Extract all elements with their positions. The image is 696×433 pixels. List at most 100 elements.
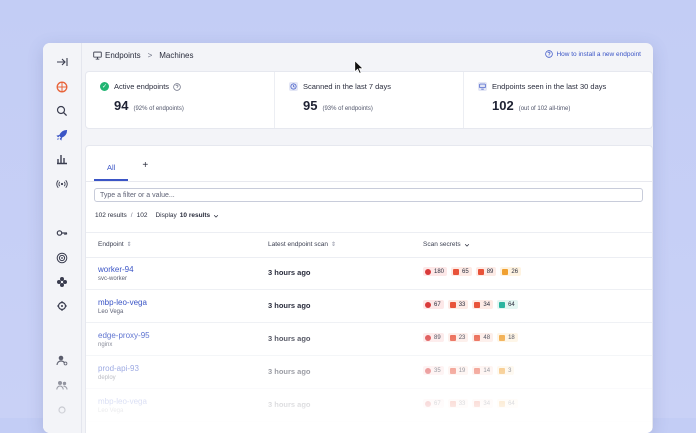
app-window: Endpoints > Machines How to install a ne… [43,43,653,433]
endpoints-panel: All + Type a filter or a value... 102 re… [85,145,653,433]
severity-badge[interactable]: 89 [423,333,444,342]
install-help-link[interactable]: How to install a new endpoint [545,50,641,58]
column-latest-scan[interactable]: Latest endpoint scan ⇕ [268,241,336,248]
severity-badge[interactable]: 23 [447,333,469,342]
severity-badge[interactable]: 48 [472,333,494,342]
monitor-icon [93,51,102,60]
severity-badge[interactable]: 3 [497,366,515,375]
endpoint-owner: deploy [98,375,116,381]
endpoint-name-link[interactable]: mbp-leo-vega [98,298,147,307]
severity-badge[interactable]: 89 [475,267,497,276]
severity-count: 18 [508,334,515,341]
results-total: 102 [136,212,148,219]
latest-scan-time: 3 hours ago [268,334,311,343]
table-row[interactable]: edge-proxy-95 nginx 3 hours ago 89 23 48 18 [86,323,652,356]
stat-value: 95 [303,98,318,113]
breadcrumb-separator: > [147,50,153,60]
filter-input[interactable]: Type a filter or a value... [94,188,643,202]
endpoint-cell: prod-api-93 deploy [98,364,139,381]
column-scan-secrets[interactable]: Scan secrets [423,241,470,248]
severity-count: 67 [434,301,441,308]
help-circle-icon [545,50,554,58]
shield-icon [425,367,431,374]
dashboard-icon[interactable] [43,78,81,96]
severity-count: 64 [508,400,515,407]
tab-all[interactable]: All [94,158,129,181]
severity-badge[interactable]: 34 [472,399,494,408]
topbar: Endpoints > Machines How to install a ne… [81,43,653,67]
endpoint-owner: Leo Vega [98,408,124,414]
column-endpoint[interactable]: Endpoint ⇕ [98,241,132,248]
severity-count: 34 [483,400,491,407]
severity-badge[interactable]: 33 [447,300,469,309]
secrets-cell: 35 19 14 3 [423,366,518,375]
install-help-label: How to install a new endpoint [556,50,641,58]
results-summary: 102 results / 102 Display 10 results [95,212,219,219]
broadcast-icon[interactable] [43,175,81,193]
severity-badge[interactable]: 64 [497,300,518,309]
table-row[interactable]: worker-94 svc-worker 3 hours ago 180 65 89 26 [86,257,652,290]
radar-icon[interactable] [43,249,81,267]
severity-badge[interactable]: 33 [447,399,469,408]
severity-badge[interactable]: 14 [472,366,494,375]
search-icon[interactable] [43,102,81,120]
plugin-icon[interactable] [43,297,81,315]
severity-badge[interactable]: 64 [497,399,518,408]
severity-badge[interactable]: 67 [423,300,444,309]
severity-count: 14 [483,367,491,374]
severity-count: 26 [511,268,519,275]
severity-badge[interactable]: 19 [447,366,469,375]
breadcrumb: Endpoints > Machines [93,51,194,60]
endpoint-name-link[interactable]: mbp-leo-vega [98,397,147,406]
severity-badge[interactable]: 26 [500,267,522,276]
monitor-icon [478,82,487,91]
breadcrumb-section[interactable]: Endpoints [105,51,141,60]
sort-icon[interactable]: ⇕ [127,241,132,248]
stat-title: Scanned in the last 7 days [303,82,391,91]
severity-badge[interactable]: 180 [423,267,448,276]
endpoint-name-link[interactable]: edge-proxy-95 [98,331,150,340]
severity-count: 3 [508,367,512,374]
endpoint-cell: mbp-leo-vega Leo Vega [98,298,147,315]
check-circle-icon: ✓ [100,82,109,91]
severity-badge[interactable]: 67 [423,399,444,408]
stat-seen-30-days: Endpoints seen in the last 30 days 102 (… [464,72,652,128]
severity-badge[interactable]: 35 [423,366,444,375]
sort-icon[interactable]: ⇕ [331,241,336,248]
display-select[interactable]: 10 results [180,212,210,219]
severity-icon [449,367,456,374]
flower-icon[interactable] [43,273,81,291]
rocket-icon[interactable] [43,126,81,144]
expand-sidebar-icon[interactable] [43,53,81,71]
results-count: 102 results [95,212,127,219]
column-label: Scan secrets [423,241,461,248]
endpoint-cell: edge-proxy-95 nginx [98,331,150,348]
bar-chart-icon[interactable] [43,150,81,168]
latest-scan-time: 3 hours ago [268,400,311,409]
table-row[interactable]: prod-api-93 deploy 3 hours ago 35 19 14 3 [86,356,652,389]
chevron-down-icon[interactable] [213,213,219,219]
endpoint-name-link[interactable]: prod-api-93 [98,364,139,373]
severity-count: 89 [486,268,494,275]
sidebar-fade [43,343,81,433]
table-row[interactable]: mbp-leo-vega Leo Vega 3 hours ago 67 33 34 64 [86,389,652,422]
severity-icon [499,334,506,341]
secrets-cell: 67 33 34 64 [423,399,522,408]
view-tabs: All + [94,158,148,182]
severity-badge[interactable]: 18 [497,333,518,342]
key-icon[interactable] [43,224,81,242]
shield-icon [425,301,431,308]
stats-bar: ✓ Active endpoints 94 (92% of endpoints)… [85,71,653,129]
severity-count: 33 [458,301,466,308]
table-row[interactable]: mbp-leo-vega Leo Vega 3 hours ago 67 33 34 64 [86,290,652,323]
severity-count: 89 [434,334,441,341]
mouse-cursor-icon [354,60,363,74]
severity-count: 67 [434,400,441,407]
add-tab-button[interactable]: + [142,160,148,171]
severity-icon [449,334,456,341]
info-icon[interactable] [173,82,181,91]
endpoint-name-link[interactable]: worker-94 [98,265,134,274]
severity-badge[interactable]: 34 [472,300,494,309]
chevron-down-icon[interactable] [464,242,470,248]
severity-badge[interactable]: 65 [451,267,472,276]
